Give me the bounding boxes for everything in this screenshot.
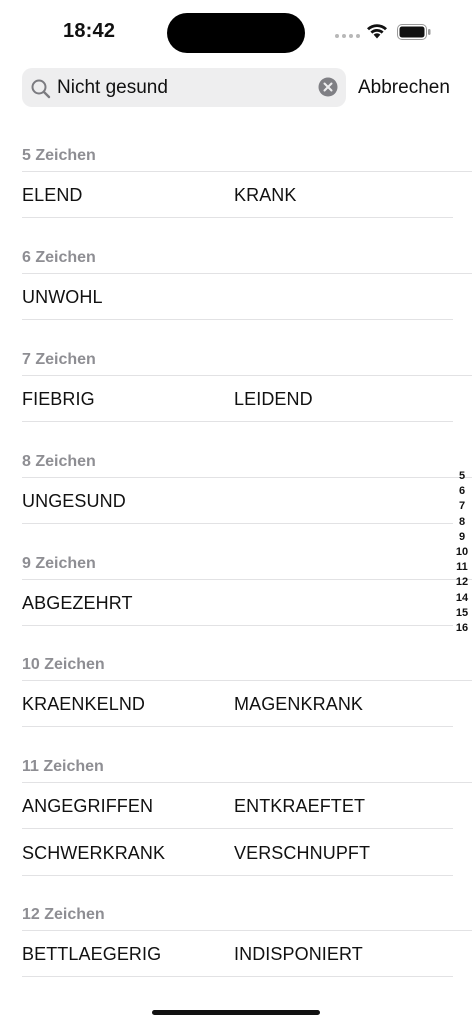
section-header: 8 Zeichen bbox=[22, 453, 96, 470]
divider bbox=[22, 375, 472, 376]
divider bbox=[22, 217, 453, 218]
divider bbox=[22, 976, 453, 977]
index-item[interactable]: 6 bbox=[459, 484, 465, 499]
divider bbox=[22, 680, 472, 681]
cellular-signal-icon bbox=[335, 34, 360, 38]
list-item[interactable]: ANGEGRIFFEN bbox=[22, 796, 153, 817]
index-item[interactable]: 7 bbox=[459, 499, 465, 514]
list-item[interactable]: ABGEZEHRT bbox=[22, 593, 133, 614]
section-header: 9 Zeichen bbox=[22, 555, 96, 572]
list-item[interactable]: KRAENKELND bbox=[22, 694, 145, 715]
index-item[interactable]: 15 bbox=[456, 606, 468, 621]
list-item[interactable]: BETTLAEGERIG bbox=[22, 944, 161, 965]
list-item[interactable]: SCHWERKRANK bbox=[22, 843, 165, 864]
section-header: 12 Zeichen bbox=[22, 906, 105, 923]
index-item[interactable]: 11 bbox=[456, 560, 468, 575]
divider bbox=[22, 523, 453, 524]
status-bar: 18:42 bbox=[0, 0, 472, 64]
list-item[interactable]: MAGENKRANK bbox=[234, 694, 363, 715]
index-item[interactable]: 5 bbox=[459, 469, 465, 484]
index-item[interactable]: 9 bbox=[459, 530, 465, 545]
dynamic-island bbox=[167, 13, 305, 53]
list-item[interactable]: VERSCHNUPFT bbox=[234, 843, 370, 864]
list-item[interactable]: INDISPONIERT bbox=[234, 944, 363, 965]
section-header: 6 Zeichen bbox=[22, 249, 96, 266]
section-header: 11 Zeichen bbox=[22, 758, 104, 775]
status-time: 18:42 bbox=[63, 20, 116, 42]
battery-icon bbox=[397, 24, 431, 40]
home-indicator[interactable] bbox=[152, 1010, 320, 1015]
divider bbox=[22, 171, 472, 172]
list-item[interactable]: ELEND bbox=[22, 185, 83, 206]
search-field[interactable]: Nicht gesund bbox=[22, 68, 346, 107]
index-item[interactable]: 8 bbox=[459, 515, 465, 530]
wifi-icon bbox=[367, 24, 387, 39]
index-item[interactable]: 16 bbox=[456, 621, 468, 636]
section-header: 10 Zeichen bbox=[22, 656, 105, 673]
divider bbox=[22, 782, 472, 783]
list-item[interactable]: ENTKRAEFTET bbox=[234, 796, 365, 817]
divider bbox=[22, 579, 472, 580]
divider bbox=[22, 875, 453, 876]
divider bbox=[22, 421, 453, 422]
search-icon bbox=[31, 79, 51, 99]
index-item[interactable]: 14 bbox=[456, 591, 468, 606]
section-header: 5 Zeichen bbox=[22, 147, 96, 164]
list-item[interactable]: LEIDEND bbox=[234, 389, 313, 410]
index-item[interactable]: 10 bbox=[456, 545, 468, 560]
divider bbox=[22, 930, 472, 931]
list-item[interactable]: KRANK bbox=[234, 185, 297, 206]
list-item[interactable]: UNWOHL bbox=[22, 287, 103, 308]
cancel-button[interactable]: Abbrechen bbox=[358, 77, 450, 99]
list-item[interactable]: UNGESUND bbox=[22, 491, 126, 512]
divider bbox=[22, 828, 453, 829]
divider bbox=[22, 273, 472, 274]
divider bbox=[22, 726, 453, 727]
divider bbox=[22, 477, 472, 478]
section-header: 7 Zeichen bbox=[22, 351, 96, 368]
section-index[interactable]: 5 6 7 8 9 10 11 12 14 15 16 bbox=[452, 469, 472, 636]
search-input[interactable]: Nicht gesund bbox=[57, 77, 168, 99]
clear-search-icon[interactable] bbox=[318, 77, 338, 97]
index-item[interactable]: 12 bbox=[456, 575, 468, 590]
list-item[interactable]: FIEBRIG bbox=[22, 389, 95, 410]
divider bbox=[22, 319, 453, 320]
divider bbox=[22, 625, 453, 626]
